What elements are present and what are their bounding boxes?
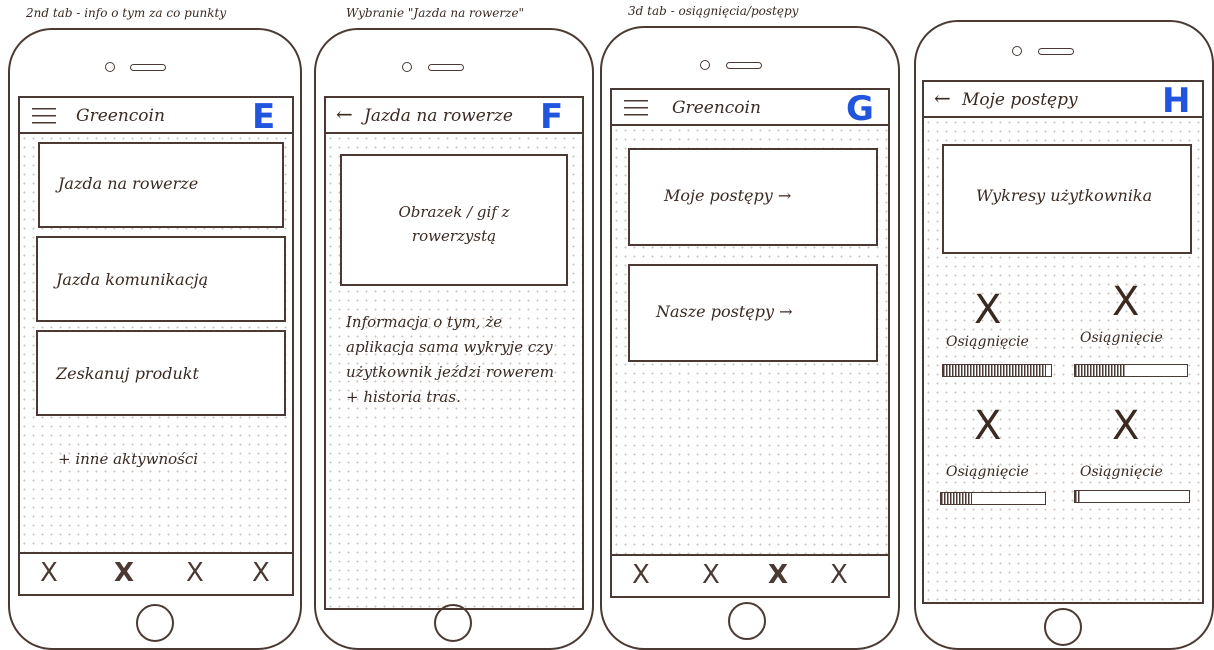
caption-e: 2nd tab - info o tym za co punkty [26, 6, 227, 20]
achievement-1-x-icon: X [974, 287, 1002, 333]
card-label: Nasze postępy → [656, 302, 793, 321]
achievement-1-label: Osiągnięcie [946, 334, 1029, 350]
achievement-4-label: Osiągnięcie [1080, 464, 1163, 480]
app-title: Greencoin [76, 106, 165, 126]
media-placeholder: Obrazek / gif z rowerzystą [340, 154, 568, 286]
our-progress-card[interactable]: Nasze postępy → [628, 264, 878, 362]
app-header: Greencoin G [612, 90, 888, 126]
activity-card-transit[interactable]: Jazda komunikacją [36, 236, 286, 322]
screen-letter: H [1162, 81, 1191, 121]
hamburger-icon[interactable] [624, 100, 648, 116]
screen-letter: G [846, 89, 874, 129]
app-header: Greencoin E [20, 98, 292, 134]
card-label: Moje postępy → [664, 186, 792, 205]
achievement-2-progress [1074, 364, 1188, 377]
home-button[interactable] [434, 604, 472, 642]
camera-icon [402, 62, 412, 72]
caption-f: Wybranie "Jazda na rowerze" [346, 6, 525, 20]
phone-h: ← Moje postępy H Wykresy użytkownika X O… [914, 20, 1214, 650]
achievement-1-progress [942, 364, 1052, 377]
nav-tab-4-x-icon[interactable]: X [830, 560, 848, 590]
speaker-icon [428, 64, 464, 71]
app-header: ← Jazda na rowerze F [326, 98, 582, 134]
achievement-3-x-icon: X [974, 403, 1002, 449]
progress-fill [943, 365, 1046, 376]
screen-e: Greencoin E Jazda na rowerze Jazda komun… [18, 96, 294, 596]
speaker-icon [726, 62, 762, 69]
user-charts-label: Wykresy użytkownika [976, 186, 1153, 205]
achievement-3-label: Osiągnięcie [946, 464, 1029, 480]
screen-h: ← Moje postępy H Wykresy użytkownika X O… [922, 80, 1204, 604]
speaker-icon [1038, 48, 1074, 55]
more-activities-note: + inne aktywności [58, 450, 199, 468]
home-button[interactable] [728, 602, 766, 640]
speaker-icon [130, 64, 166, 71]
bottom-nav: X X X X [612, 554, 888, 596]
nav-tab-3-x-icon[interactable]: X [768, 560, 788, 590]
achievement-4-x-icon: X [1112, 403, 1140, 449]
hamburger-icon[interactable] [32, 108, 56, 124]
progress-fill [941, 493, 973, 504]
home-button[interactable] [136, 604, 174, 642]
user-charts-placeholder: Wykresy użytkownika [942, 144, 1192, 254]
screen-title: Jazda na rowerze [364, 106, 513, 126]
camera-icon [105, 62, 115, 72]
achievement-3-progress [940, 492, 1046, 505]
nav-tab-1-x-icon[interactable]: X [40, 558, 58, 588]
camera-icon [1012, 46, 1022, 56]
phone-g: Greencoin G Moje postępy → Nasze postępy… [600, 26, 900, 650]
screen-g: Greencoin G Moje postępy → Nasze postępy… [610, 88, 890, 598]
nav-tab-2-x-icon[interactable]: X [702, 560, 720, 590]
phone-f: ← Jazda na rowerze F Obrazek / gif z row… [314, 28, 594, 650]
nav-tab-3-x-icon[interactable]: X [186, 558, 204, 588]
app-header: ← Moje postępy H [924, 82, 1202, 118]
activity-card-bike[interactable]: Jazda na rowerze [38, 142, 284, 228]
app-title: Greencoin [672, 98, 761, 118]
progress-fill [1075, 491, 1081, 502]
screen-letter: E [252, 97, 276, 137]
phone-e: Greencoin E Jazda na rowerze Jazda komun… [8, 28, 302, 650]
camera-icon [700, 60, 710, 70]
card-label: Jazda na rowerze [58, 174, 199, 193]
screen-title: Moje postępy [962, 90, 1078, 110]
nav-tab-2-x-icon[interactable]: X [114, 558, 134, 588]
achievement-2-x-icon: X [1112, 279, 1140, 325]
info-text: Informacja o tym, że aplikacja sama wykr… [346, 313, 555, 406]
card-label: Zeskanuj produkt [56, 364, 199, 383]
arrow-left-icon[interactable]: ← [336, 104, 353, 124]
achievement-4-progress [1074, 490, 1190, 503]
screen-letter: F [540, 97, 564, 137]
caption-g: 3d tab - osiągnięcia/postępy [628, 4, 799, 18]
achievement-2-label: Osiągnięcie [1080, 330, 1163, 346]
card-label: Jazda komunikacją [56, 270, 209, 289]
bottom-nav: X X X X [20, 552, 292, 594]
arrow-left-icon[interactable]: ← [934, 88, 951, 108]
progress-fill [1075, 365, 1126, 376]
home-button[interactable] [1044, 608, 1082, 646]
activity-card-scan[interactable]: Zeskanuj produkt [36, 330, 286, 416]
nav-tab-1-x-icon[interactable]: X [632, 560, 650, 590]
media-placeholder-label: Obrazek / gif z rowerzystą [398, 203, 510, 245]
my-progress-card[interactable]: Moje postępy → [628, 148, 878, 246]
screen-f: ← Jazda na rowerze F Obrazek / gif z row… [324, 96, 584, 610]
nav-tab-4-x-icon[interactable]: X [252, 558, 270, 588]
